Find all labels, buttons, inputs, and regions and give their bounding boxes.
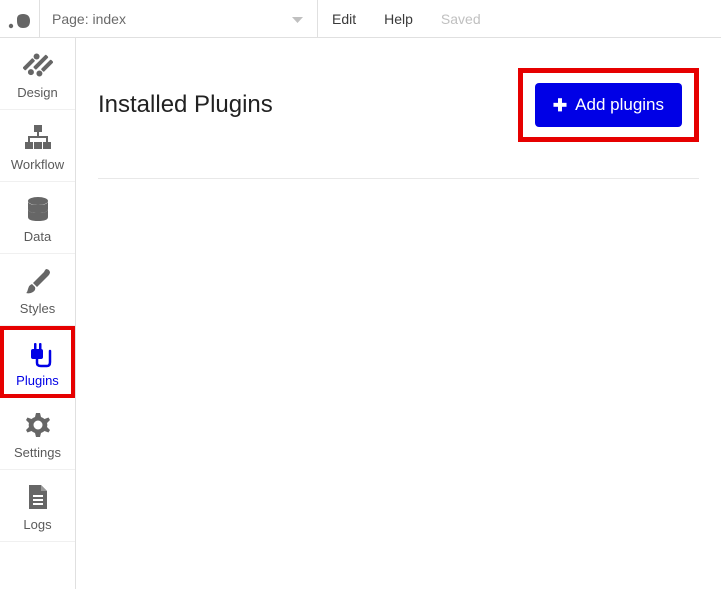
page-title: Installed Plugins [98, 91, 273, 119]
plus-icon: ✚ [553, 97, 567, 114]
page-selector-label: Page: index [52, 11, 126, 27]
menu-edit[interactable]: Edit [318, 0, 370, 37]
data-icon [22, 193, 54, 225]
sidebar-item-label: Styles [20, 301, 55, 316]
sidebar-item-styles[interactable]: Styles [0, 254, 75, 326]
workflow-icon [22, 121, 54, 153]
sidebar-item-logs[interactable]: Logs [0, 470, 75, 542]
app-logo[interactable] [0, 0, 40, 38]
sidebar-item-label: Data [24, 229, 51, 244]
settings-icon [22, 409, 54, 441]
sidebar-item-design[interactable]: Design [0, 38, 75, 110]
page-selector[interactable]: Page: index [40, 0, 318, 37]
sidebar-item-label: Settings [14, 445, 61, 460]
add-plugins-label: Add plugins [575, 95, 664, 115]
logs-icon [22, 481, 54, 513]
menu-saved-status: Saved [427, 0, 495, 37]
add-plugins-highlight: ✚ Add plugins [518, 68, 699, 142]
sidebar-item-label: Plugins [16, 373, 59, 388]
sidebar-item-data[interactable]: Data [0, 182, 75, 254]
top-bar: Page: index Edit Help Saved [0, 0, 721, 38]
main-header: Installed Plugins ✚ Add plugins [98, 68, 699, 179]
design-icon [22, 49, 54, 81]
sidebar-item-plugins[interactable]: Plugins [0, 326, 75, 398]
plugins-icon [22, 339, 54, 369]
sidebar-item-label: Logs [23, 517, 51, 532]
sidebar-item-label: Workflow [11, 157, 64, 172]
sidebar-item-label: Design [17, 85, 57, 100]
chevron-down-icon [292, 11, 303, 27]
bubble-logo-icon [7, 6, 33, 32]
add-plugins-button[interactable]: ✚ Add plugins [535, 83, 682, 127]
sidebar-item-settings[interactable]: Settings [0, 398, 75, 470]
menu-help[interactable]: Help [370, 0, 427, 37]
sidebar: Design Workflow [0, 38, 76, 589]
sidebar-item-workflow[interactable]: Workflow [0, 110, 75, 182]
styles-icon [22, 265, 54, 297]
main-content: Installed Plugins ✚ Add plugins [76, 38, 721, 589]
